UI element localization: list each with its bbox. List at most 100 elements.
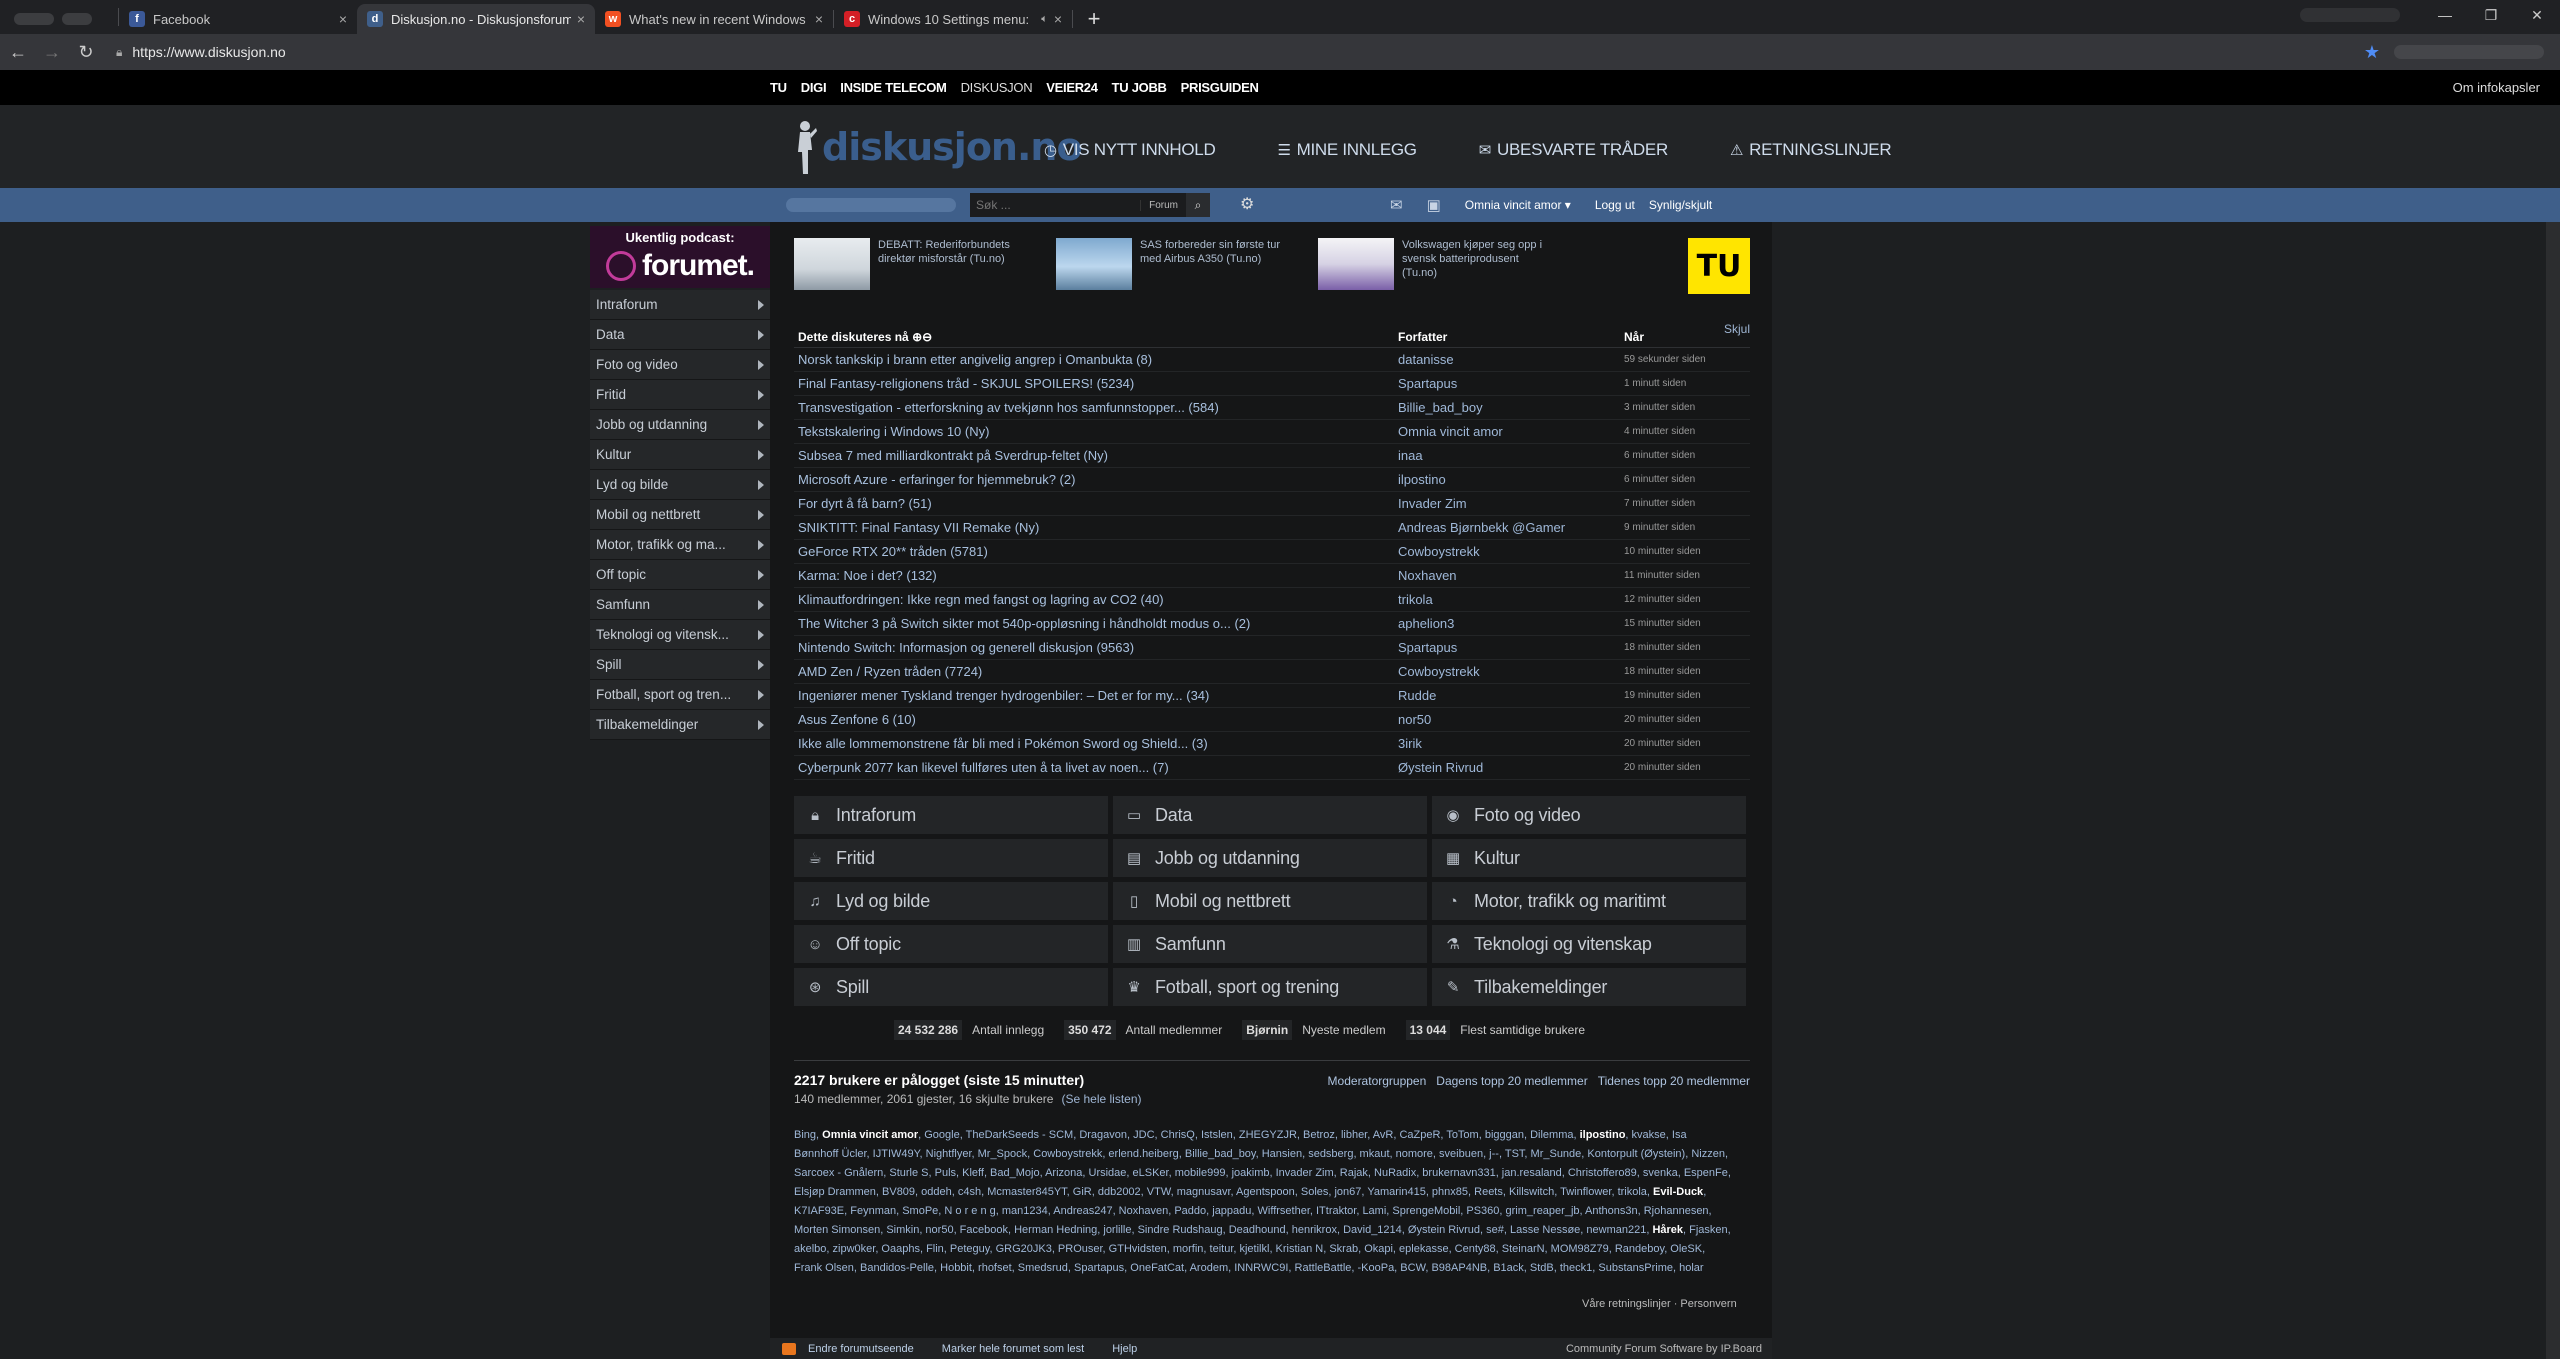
forum-tile[interactable]: ☺ Off topic	[794, 925, 1108, 963]
topic-link[interactable]: Ingeniører mener Tyskland trenger hydrog…	[794, 688, 1398, 703]
notifications-icon[interactable]: ▣	[1427, 196, 1441, 214]
author-link[interactable]: Omnia vincit amor	[1398, 424, 1624, 439]
sidebar-item[interactable]: Fritid	[590, 380, 770, 410]
forum-tile[interactable]: ▥ Samfunn	[1113, 925, 1427, 963]
topic-link[interactable]: Subsea 7 med milliardkontrakt på Sverdru…	[794, 448, 1398, 463]
site-logo[interactable]: diskusjon.no	[792, 117, 1083, 177]
close-tab-icon[interactable]: ×	[815, 11, 823, 27]
user-menu[interactable]: Omnia vincit amor ▾	[1465, 198, 1571, 212]
visibility-toggle[interactable]: Synlig/skjult	[1649, 198, 1712, 212]
url-field[interactable]: 🔒︎ https://www.diskusjon.no	[116, 38, 2364, 66]
sidebar-item[interactable]: Motor, trafikk og ma...	[590, 530, 770, 560]
back-icon[interactable]: ←	[2, 36, 34, 68]
author-link[interactable]: Cowboystrekk	[1398, 664, 1624, 679]
forum-tile[interactable]: ◉ Foto og video	[1432, 796, 1746, 834]
guidelines-privacy-links[interactable]: Våre retningslinjer · Personvern	[1582, 1298, 1737, 1310]
author-link[interactable]: Cowboystrekk	[1398, 544, 1624, 559]
sidebar-item[interactable]: Mobil og nettbrett	[590, 500, 770, 530]
author-link[interactable]: trikola	[1398, 592, 1624, 607]
sidebar-item[interactable]: Tilbakemeldinger	[590, 710, 770, 740]
toggle-icon[interactable]: ⊕⊖	[912, 330, 932, 344]
browser-tab[interactable]: d Diskusjon.no - Diskusjonsforum ×	[357, 4, 595, 34]
podcast-banner[interactable]: Ukentlig podcast: forumet.	[590, 226, 770, 288]
rss-icon[interactable]	[782, 1342, 796, 1355]
cookie-info-link[interactable]: Om infokapsler	[2453, 70, 2540, 105]
network-link[interactable]: VEIER24	[1046, 80, 1098, 95]
topic-link[interactable]: Asus Zenfone 6 (10)	[794, 712, 1398, 727]
forward-icon[interactable]: →	[36, 36, 68, 68]
sidebar-item[interactable]: Intraforum	[590, 290, 770, 320]
forum-tile[interactable]: 🔒︎ Intraforum	[794, 796, 1108, 834]
topic-link[interactable]: Ikke alle lommemonstrene får bli med i P…	[794, 736, 1398, 751]
gear-icon[interactable]: ⚙	[1240, 194, 1254, 214]
forum-tile[interactable]: ⚗ Teknologi og vitenskap	[1432, 925, 1746, 963]
network-link[interactable]: DIGI	[801, 80, 827, 95]
sidebar-item[interactable]: Teknologi og vitensk...	[590, 620, 770, 650]
close-window-icon[interactable]: ✕	[2514, 0, 2560, 30]
main-nav-item[interactable]: ◷ VIS NYTT INNHOLD	[1044, 140, 1216, 160]
author-link[interactable]: nor50	[1398, 712, 1624, 727]
forum-tile[interactable]: ▭ Data	[1113, 796, 1427, 834]
sidebar-item[interactable]: Foto og video	[590, 350, 770, 380]
bookmark-star-icon[interactable]: ★	[2364, 42, 2380, 63]
sidebar-item[interactable]: Fotball, sport og tren...	[590, 680, 770, 710]
reload-icon[interactable]: ↻	[70, 36, 102, 68]
logout-link[interactable]: Logg ut	[1595, 198, 1635, 212]
author-link[interactable]: ilpostino	[1398, 472, 1624, 487]
inbox-icon[interactable]: ✉	[1390, 196, 1403, 214]
topic-link[interactable]: Transvestigation - etterforskning av tve…	[794, 400, 1398, 415]
forum-tile[interactable]: ♛ Fotball, sport og trening	[1113, 968, 1427, 1006]
topic-link[interactable]: For dyrt å få barn? (51)	[794, 496, 1398, 511]
main-nav-item[interactable]: ✉ UBESVARTE TRÅDER	[1479, 140, 1669, 160]
topic-link[interactable]: GeForce RTX 20** tråden (5781)	[794, 544, 1398, 559]
maximize-icon[interactable]: ❐	[2468, 0, 2514, 30]
sidebar-item[interactable]: Kultur	[590, 440, 770, 470]
topic-link[interactable]: Tekstskalering i Windows 10 (Ny)	[794, 424, 1398, 439]
forum-tile[interactable]: ▦ Kultur	[1432, 839, 1746, 877]
page-scrollbar[interactable]	[2546, 70, 2560, 1359]
footer-link[interactable]: Endre forumutseende	[808, 1343, 914, 1355]
news-item[interactable]: Volkswagen kjøper seg opp i svensk batte…	[1318, 238, 1552, 290]
footer-link[interactable]: Hjelp	[1112, 1343, 1137, 1355]
minimize-icon[interactable]: —	[2422, 0, 2468, 30]
author-link[interactable]: aphelion3	[1398, 616, 1624, 631]
browser-tab[interactable]: c Windows 10 Settings menu: 🔈︎ ×	[834, 4, 1072, 34]
main-nav-item[interactable]: ⚠ RETNINGSLINJER	[1730, 140, 1892, 160]
browser-tab[interactable]: f Facebook ×	[119, 4, 357, 34]
author-link[interactable]: Billie_bad_boy	[1398, 400, 1624, 415]
footer-link[interactable]: Marker hele forumet som lest	[942, 1343, 1084, 1355]
topic-link[interactable]: Klimautfordringen: Ikke regn med fangst …	[794, 592, 1398, 607]
forum-tile[interactable]: ⊛ Spill	[794, 968, 1108, 1006]
close-tab-icon[interactable]: ×	[577, 11, 585, 27]
author-link[interactable]: inaa	[1398, 448, 1624, 463]
network-link[interactable]: TU	[770, 80, 787, 95]
forum-tile[interactable]: ☕︎ Fritid	[794, 839, 1108, 877]
main-nav-item[interactable]: ☰ MINE INNLEGG	[1277, 140, 1417, 160]
topic-link[interactable]: Nintendo Switch: Informasjon og generell…	[794, 640, 1398, 655]
close-tab-icon[interactable]: ×	[339, 11, 347, 27]
search-input[interactable]	[970, 194, 1141, 216]
sidebar-item[interactable]: Off topic	[590, 560, 770, 590]
author-link[interactable]: datanisse	[1398, 352, 1624, 367]
speaker-icon[interactable]: 🔈︎	[1041, 13, 1048, 26]
topic-link[interactable]: Norsk tankskip i brann etter angivelig a…	[794, 352, 1398, 367]
sidebar-item[interactable]: Samfunn	[590, 590, 770, 620]
network-link[interactable]: INSIDE TELECOM	[840, 80, 947, 95]
forum-tile[interactable]: ◔ Motor, trafikk og maritimt	[1432, 882, 1746, 920]
topic-link[interactable]: SNIKTITT: Final Fantasy VII Remake (Ny)	[794, 520, 1398, 535]
hide-discussions-link[interactable]: Skjul	[1724, 322, 1750, 336]
forum-tile[interactable]: ♫ Lyd og bilde	[794, 882, 1108, 920]
sidebar-item[interactable]: Data	[590, 320, 770, 350]
network-link[interactable]: TU JOBB	[1112, 80, 1167, 95]
forum-tile[interactable]: ▤ Jobb og utdanning	[1113, 839, 1427, 877]
sidebar-item[interactable]: Lyd og bilde	[590, 470, 770, 500]
author-link[interactable]: Invader Zim	[1398, 496, 1624, 511]
topic-link[interactable]: Cyberpunk 2077 kan likevel fullføres ute…	[794, 760, 1398, 775]
close-tab-icon[interactable]: ×	[1054, 11, 1062, 27]
sidebar-item[interactable]: Jobb og utdanning	[590, 410, 770, 440]
browser-tab[interactable]: w What's new in recent Windows 10 ×	[595, 4, 833, 34]
topic-link[interactable]: Microsoft Azure - erfaringer for hjemmeb…	[794, 472, 1398, 487]
topic-link[interactable]: Final Fantasy-religionens tråd - SKJUL S…	[794, 376, 1398, 391]
network-link[interactable]: DISKUSJON	[961, 80, 1033, 95]
search-icon[interactable]: ⌕	[1186, 193, 1210, 217]
